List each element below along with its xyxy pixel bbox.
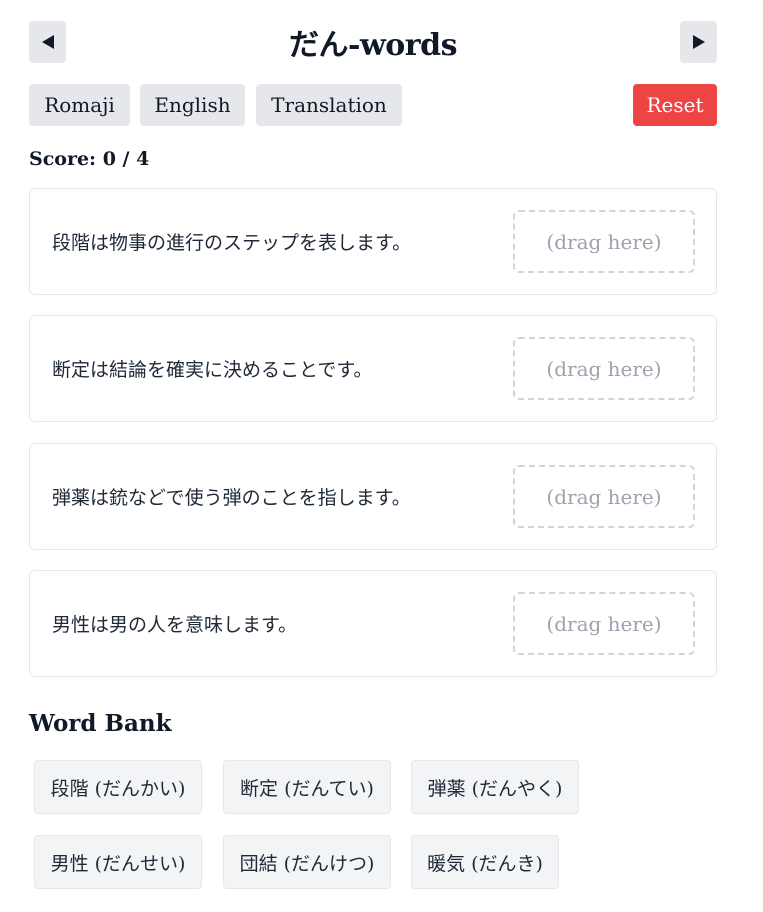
translation-button[interactable]: Translation [256,84,402,126]
question-card: 男性は男の人を意味します。 (drag here) [29,570,717,677]
word-chip[interactable]: 男性 (だんせい) [34,835,202,889]
question-card: 段階は物事の進行のステップを表します。 (drag here) [29,188,717,295]
question-sentence: 段階は物事の進行のステップを表します。 [52,232,412,254]
word-chip[interactable]: 段階 (だんかい) [34,760,202,814]
drop-zone[interactable]: (drag here) [513,465,695,528]
word-chip[interactable]: 暖気 (だんき) [411,835,559,889]
word-chip[interactable]: 断定 (だんてい) [223,760,391,814]
page: だん-words Romaji English Translation Rese… [0,0,763,912]
drop-zone[interactable]: (drag here) [513,337,695,400]
word-chip[interactable]: 弾薬 (だんやく) [411,760,579,814]
romaji-button[interactable]: Romaji [29,84,130,126]
drop-zone[interactable]: (drag here) [513,210,695,273]
next-button[interactable] [680,21,717,63]
header: だん-words [29,21,717,63]
question-sentence: 断定は結論を確実に決めることです。 [52,359,373,381]
question-sentence: 弾薬は銃などで使う弾のことを指します。 [52,487,411,509]
question-card: 断定は結論を確実に決めることです。 (drag here) [29,315,717,422]
reset-button[interactable]: Reset [633,84,717,126]
score-text: Score: 0 / 4 [29,148,150,170]
triangle-right-icon [692,35,705,49]
word-bank-title: Word Bank [29,710,172,737]
toolbar: Romaji English Translation Reset [29,84,717,126]
question-sentence: 男性は男の人を意味します。 [52,614,298,636]
english-button[interactable]: English [140,84,245,126]
page-title: だん-words [289,28,457,63]
question-card: 弾薬は銃などで使う弾のことを指します。 (drag here) [29,443,717,550]
word-chip[interactable]: 団結 (だんけつ) [223,835,391,889]
drop-zone[interactable]: (drag here) [513,592,695,655]
